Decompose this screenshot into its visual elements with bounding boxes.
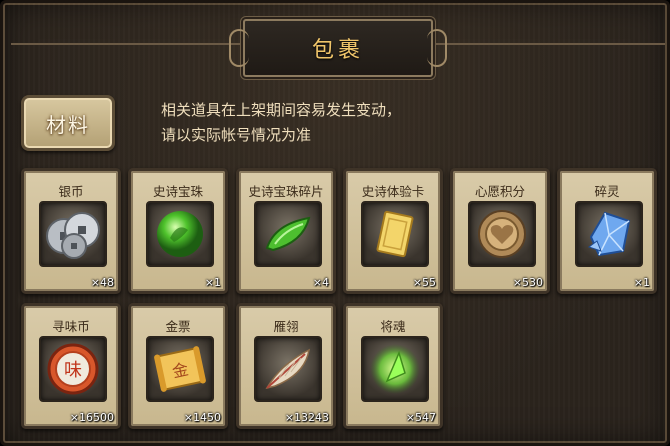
item-icon-well [468,201,536,267]
item-count: ×48 [90,276,114,289]
item-name: 寻味币 [52,319,90,334]
plaque-ornament-left [229,29,249,67]
item-count: ×16500 [69,411,114,424]
feather-icon [265,348,310,390]
item-icon-well: 金 [146,336,214,402]
item-slot-goose-feather[interactable]: 雁翎 ×13243 [236,303,336,429]
item-icon-well [575,201,643,267]
green-orb-icon [157,211,203,257]
item-icon-well [146,201,214,267]
item-count: ×13243 [284,411,329,424]
item-slot-spirit-shard[interactable]: 碎灵 ×1 [557,168,657,294]
item-count: ×547 [405,411,436,424]
item-name: 雁翎 [273,319,299,334]
notice-line-2: 请以实际帐号情况为准 [161,126,312,144]
item-slot-epic-orb-shard[interactable]: 史诗宝珠碎片 ×4 [236,168,336,294]
item-name: 金票 [165,319,191,334]
item-slot-epic-trial-card[interactable]: 史诗体验卡 ×55 [343,168,443,294]
item-icon-well [361,336,429,402]
general-soul-icon [370,344,420,394]
svg-text:味: 味 [64,360,82,381]
gold-ticket-icon: 金 [154,346,206,392]
title-divider-right [435,43,665,45]
item-slot-silver-coin[interactable]: 银币 ×48 [21,168,121,294]
item-name: 将魂 [380,319,406,334]
item-icon-well [361,201,429,267]
item-count: ×530 [512,276,543,289]
item-name: 碎灵 [594,184,620,199]
item-count: ×1 [204,276,221,289]
flavor-coin-icon: 味 [47,343,99,395]
item-slot-gold-ticket[interactable]: 金票 金 ×1450 [128,303,228,429]
item-count: ×1 [633,276,650,289]
title-divider-left [11,43,241,45]
item-name: 史诗宝珠碎片 [248,184,324,199]
item-slot-flavor-coin[interactable]: 寻味币 味 ×16500 [21,303,121,429]
title-plaque: 包裹 [229,19,447,77]
item-count: ×1450 [183,411,221,424]
item-count: ×4 [312,276,329,289]
item-count: ×55 [412,276,436,289]
heart-coin-icon [478,210,526,258]
item-name: 史诗体验卡 [361,184,425,199]
item-slot-epic-orb[interactable]: 史诗宝珠 ×1 [128,168,228,294]
item-slot-wish-points[interactable]: 心愿积分 ×530 [450,168,550,294]
item-icon-well [254,201,322,267]
blue-crystal-icon [587,211,631,257]
notice-text: 相关道具在上架期间容易发生变动， 请以实际帐号情况为准 [161,98,481,148]
item-icon-well: 味 [39,336,107,402]
tab-materials[interactable]: 材料 [21,95,115,151]
item-name: 银币 [58,184,84,199]
gold-card-icon [376,210,414,258]
page-title: 包裹 [311,38,364,63]
item-name: 史诗宝珠 [152,184,203,199]
item-name: 心愿积分 [474,184,525,199]
green-shard-icon [265,216,311,252]
item-icon-well [254,336,322,402]
plaque-ornament-right [427,29,447,67]
silver-coins-icon [46,212,100,259]
notice-line-1: 相关道具在上架期间容易发生变动， [161,101,402,119]
item-icon-well [39,201,107,267]
inventory-panel: 包裹 材料 相关道具在上架期间容易发生变动， 请以实际帐号情况为准 银币 ×48… [0,0,670,446]
tab-materials-label: 材料 [46,112,90,137]
item-slot-general-soul[interactable]: 将魂 ×547 [343,303,443,429]
